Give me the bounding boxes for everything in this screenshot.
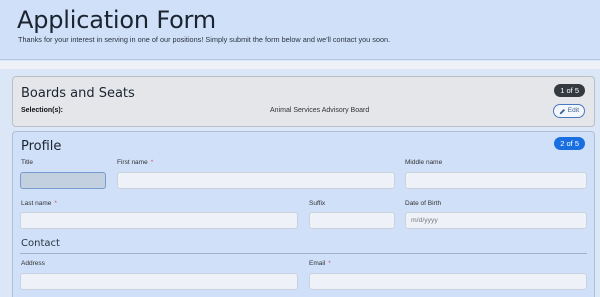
title-label: Title — [21, 159, 34, 166]
page-subtitle: Thanks for your interest in serving in o… — [18, 35, 391, 44]
suffix-label: Suffix — [309, 200, 326, 207]
first-name-input[interactable] — [117, 172, 395, 189]
page-title: Application Form — [17, 6, 216, 34]
last-name-input[interactable] — [20, 212, 298, 229]
header-divider — [0, 61, 600, 69]
page-header: Application Form Thanks for your interes… — [0, 0, 600, 60]
address-input[interactable] — [20, 273, 298, 290]
required-mark: * — [54, 200, 57, 207]
suffix-input[interactable] — [309, 212, 395, 229]
dob-input[interactable]: m/d/yyyy — [405, 212, 587, 229]
middle-name-input[interactable] — [405, 172, 587, 189]
profile-card: Profile 2 of 5 Title First name * Middle … — [12, 131, 595, 297]
edit-button-label: Edit — [567, 107, 579, 114]
dob-placeholder: m/d/yyyy — [411, 217, 438, 224]
edit-button[interactable]: Edit — [552, 104, 585, 118]
selection-label: Selection(s): — [21, 107, 64, 114]
email-input[interactable] — [309, 273, 587, 290]
pencil-icon — [559, 108, 565, 114]
profile-card-title: Profile — [21, 139, 62, 154]
dob-label: Date of Birth — [405, 200, 442, 207]
boards-step-badge: 1 of 5 — [554, 84, 585, 97]
required-mark: * — [328, 260, 331, 267]
email-label: Email * — [309, 260, 331, 267]
boards-and-seats-card: Boards and Seats 1 of 5 Selection(s): An… — [12, 76, 595, 127]
address-label: Address — [21, 260, 45, 267]
middle-name-label: Middle name — [405, 159, 443, 166]
contact-section-title: Contact — [21, 238, 60, 249]
profile-step-badge: 2 of 5 — [554, 137, 585, 150]
title-select[interactable] — [20, 172, 106, 189]
first-name-label: First name * — [117, 159, 154, 166]
boards-card-title: Boards and Seats — [21, 86, 135, 101]
contact-divider — [20, 253, 587, 254]
selection-value: Animal Services Advisory Board — [270, 107, 370, 114]
required-mark: * — [150, 159, 154, 166]
last-name-label: Last name * — [21, 200, 57, 207]
